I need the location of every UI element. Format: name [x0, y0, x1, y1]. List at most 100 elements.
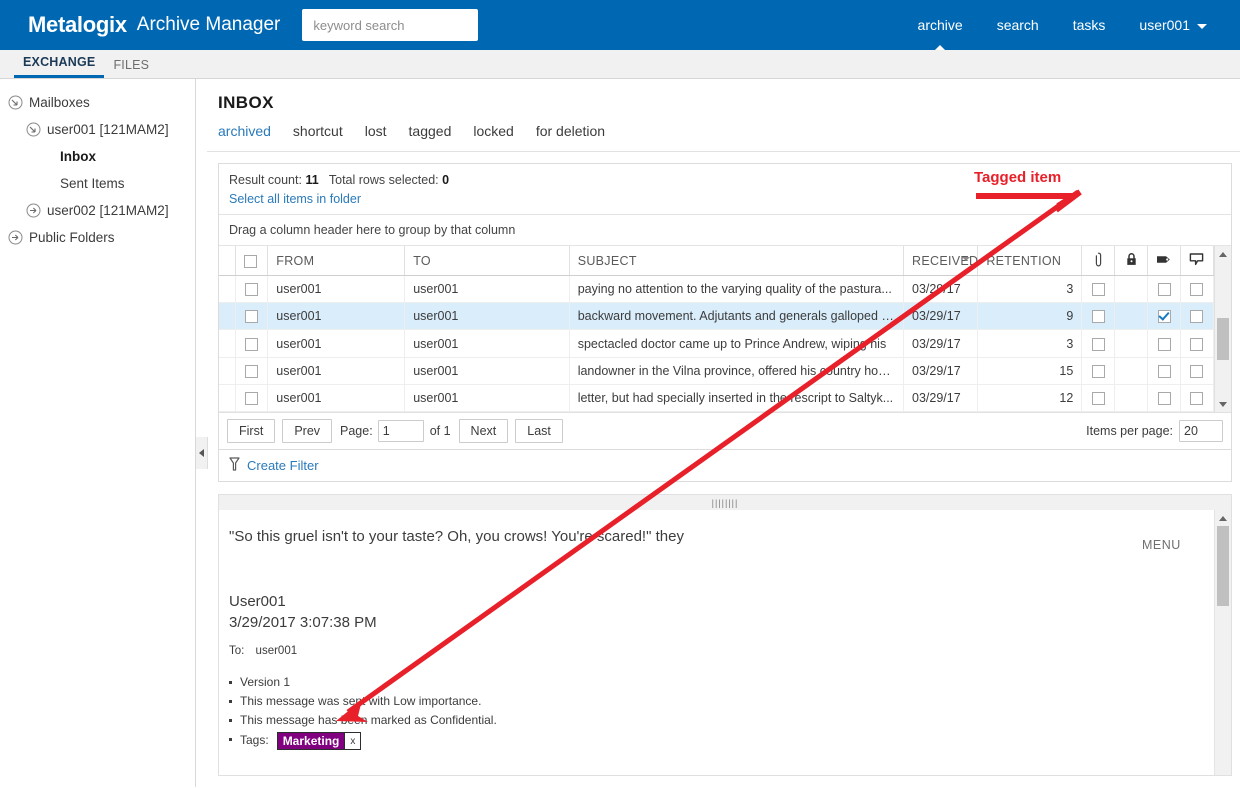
- cell-attachment[interactable]: [1081, 329, 1116, 358]
- row-select-checkbox[interactable]: [245, 310, 259, 324]
- tag-checkbox[interactable]: [1157, 283, 1171, 297]
- subtab-locked[interactable]: locked: [473, 123, 513, 139]
- cell-tag[interactable]: [1147, 329, 1181, 358]
- row-select-checkbox[interactable]: [245, 337, 259, 351]
- preview-menu-button[interactable]: MENU: [1142, 510, 1214, 775]
- cell-comment[interactable]: [1180, 329, 1215, 358]
- row-select-cell[interactable]: [235, 357, 269, 385]
- preview-scroll-up-button[interactable]: [1215, 510, 1231, 526]
- attachment-checkbox[interactable]: [1091, 337, 1105, 351]
- sidebar-item-sent-items[interactable]: Sent Items: [0, 170, 195, 197]
- comment-checkbox[interactable]: [1190, 392, 1204, 406]
- expanded-node-icon[interactable]: [8, 95, 23, 110]
- collapsed-node-icon[interactable]: [8, 230, 23, 245]
- page-number-input[interactable]: [377, 420, 424, 443]
- scroll-up-button[interactable]: [1215, 246, 1231, 262]
- attachment-checkbox[interactable]: [1091, 392, 1105, 406]
- row-select-cell[interactable]: [235, 302, 269, 331]
- attachment-checkbox[interactable]: [1091, 283, 1105, 297]
- row-select-checkbox[interactable]: [245, 364, 259, 378]
- column-header-lock[interactable]: [1114, 246, 1149, 276]
- nav-item-tasks[interactable]: tasks: [1056, 0, 1123, 50]
- sidebar-item-inbox[interactable]: Inbox: [0, 143, 195, 170]
- comment-checkbox[interactable]: [1190, 364, 1204, 378]
- row-select-cell[interactable]: [235, 329, 269, 358]
- expanded-node-icon[interactable]: [26, 122, 41, 137]
- table-row[interactable]: user001 user001 spectacled doctor came u…: [219, 329, 1215, 358]
- column-header-retention[interactable]: RETENTION: [977, 246, 1083, 276]
- user-menu[interactable]: user001: [1122, 0, 1224, 50]
- pane-splitter[interactable]: ||||||||: [218, 494, 1232, 511]
- cell-tag[interactable]: [1147, 302, 1181, 331]
- attachment-checkbox[interactable]: [1091, 310, 1105, 324]
- group-by-dropzone[interactable]: Drag a column header here to group by th…: [219, 215, 1231, 246]
- scrollbar-thumb[interactable]: [1217, 526, 1229, 607]
- subtab-tagged[interactable]: tagged: [409, 123, 452, 139]
- select-all-column[interactable]: [235, 246, 269, 276]
- row-select-cell[interactable]: [235, 275, 269, 304]
- attachment-checkbox[interactable]: [1091, 364, 1105, 378]
- tag-checkbox[interactable]: [1157, 310, 1171, 324]
- tag-checkbox[interactable]: [1157, 337, 1171, 351]
- cell-comment[interactable]: [1180, 302, 1215, 331]
- prev-page-button[interactable]: Prev: [282, 419, 333, 444]
- row-select-cell[interactable]: [235, 384, 269, 413]
- column-header-attachment[interactable]: [1081, 246, 1116, 276]
- tag-checkbox[interactable]: [1157, 364, 1171, 378]
- items-per-page-input[interactable]: [1179, 420, 1223, 443]
- column-header-from[interactable]: FROM: [267, 246, 406, 276]
- row-select-checkbox[interactable]: [245, 283, 259, 297]
- collapsed-node-icon[interactable]: [26, 203, 41, 218]
- table-row[interactable]: user001 user001 letter, but had speciall…: [219, 384, 1215, 413]
- scrollbar-thumb[interactable]: [1217, 318, 1229, 360]
- cell-attachment[interactable]: [1081, 357, 1116, 385]
- cell-comment[interactable]: [1180, 275, 1215, 304]
- cell-attachment[interactable]: [1081, 275, 1116, 304]
- tab-files[interactable]: FILES: [104, 58, 158, 78]
- nav-item-search[interactable]: search: [980, 0, 1056, 50]
- sidebar-item-user002[interactable]: user002 [121MAM2]: [0, 197, 195, 224]
- tag-checkbox[interactable]: [1157, 392, 1171, 406]
- subtab-lost[interactable]: lost: [365, 123, 387, 139]
- cell-tag[interactable]: [1147, 357, 1181, 385]
- cell-tag[interactable]: [1147, 275, 1181, 304]
- column-header-to[interactable]: TO: [404, 246, 570, 276]
- sidebar-item-user001[interactable]: user001 [121MAM2]: [0, 116, 195, 143]
- table-row[interactable]: user001 user001 landowner in the Vilna p…: [219, 357, 1215, 385]
- create-filter-link[interactable]: Create Filter: [247, 458, 319, 473]
- cell-tag[interactable]: [1147, 384, 1181, 413]
- scroll-down-button[interactable]: [1215, 396, 1231, 412]
- next-page-button[interactable]: Next: [458, 419, 509, 444]
- column-header-tag[interactable]: [1147, 246, 1181, 276]
- preview-vertical-scrollbar[interactable]: [1214, 510, 1231, 776]
- cell-attachment[interactable]: [1081, 302, 1116, 331]
- first-page-button[interactable]: First: [227, 419, 276, 444]
- tab-exchange[interactable]: EXCHANGE: [14, 55, 105, 78]
- subtab-archived[interactable]: archived: [218, 123, 271, 139]
- search-input[interactable]: [302, 9, 479, 41]
- row-select-checkbox[interactable]: [245, 392, 259, 406]
- cell-comment[interactable]: [1180, 384, 1215, 413]
- subtab-for-deletion[interactable]: for deletion: [536, 123, 605, 139]
- sidebar-item-public-folders[interactable]: Public Folders: [0, 224, 195, 251]
- cell-attachment[interactable]: [1081, 384, 1116, 413]
- comment-checkbox[interactable]: [1190, 337, 1204, 351]
- last-page-button[interactable]: Last: [515, 419, 563, 444]
- cell-comment[interactable]: [1180, 357, 1215, 385]
- table-row[interactable]: user001 user001 backward movement. Adjut…: [219, 302, 1215, 331]
- column-header-received[interactable]: RECEIVED: [903, 246, 979, 276]
- column-header-comment[interactable]: [1180, 246, 1215, 276]
- column-header-subject[interactable]: SUBJECT: [569, 246, 905, 276]
- remove-tag-button[interactable]: x: [344, 732, 362, 751]
- grid-vertical-scrollbar[interactable]: [1214, 246, 1231, 413]
- select-all-checkbox[interactable]: [244, 254, 258, 268]
- cell-subject: spectacled doctor came up to Prince Andr…: [569, 329, 905, 358]
- select-all-items-link[interactable]: Select all items in folder: [229, 192, 1221, 206]
- table-row[interactable]: user001 user001 paying no attention to t…: [219, 275, 1215, 304]
- sidebar-item-mailboxes[interactable]: Mailboxes: [0, 89, 195, 116]
- comment-checkbox[interactable]: [1190, 283, 1204, 297]
- subtab-shortcut[interactable]: shortcut: [293, 123, 343, 139]
- nav-item-archive[interactable]: archive: [901, 0, 980, 50]
- collapse-panel-button[interactable]: [196, 437, 208, 469]
- comment-checkbox[interactable]: [1190, 310, 1204, 324]
